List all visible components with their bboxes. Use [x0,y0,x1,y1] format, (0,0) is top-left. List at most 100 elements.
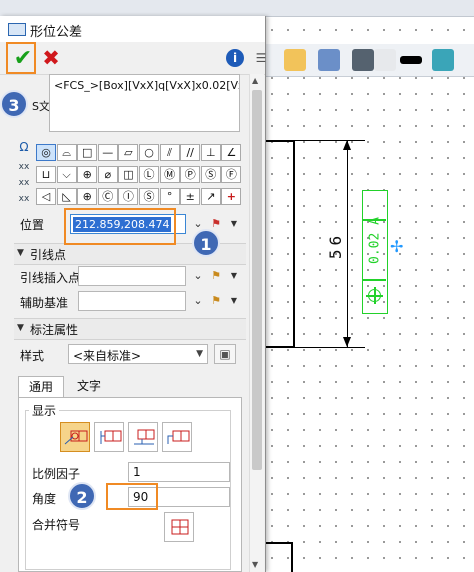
feature-control-frame-preview[interactable]: 0.02 A [362,190,388,314]
scroll-thumb[interactable] [252,90,262,470]
part-edge-lower [263,542,293,544]
symbol-button-r3-c10[interactable]: + [221,188,242,205]
aux-more-icon[interactable]: ▼ [226,293,242,309]
aux-datum-input[interactable] [78,291,186,311]
display-mode-4-button[interactable] [162,422,192,452]
info-icon[interactable]: i [226,49,244,67]
dialog-scrollbar[interactable]: ▲ ▼ [249,74,264,572]
leader-insert-point-input[interactable] [78,266,186,286]
symbol-button-r1-c10[interactable]: ∠ [221,144,242,161]
symbol-button-r2-c5[interactable]: ◫ [118,166,139,183]
part-edge-top [263,140,295,142]
collapse-arrow-icon: ▼ [17,248,24,258]
position-more-icon[interactable]: ▼ [226,216,242,232]
palette-tab-2[interactable]: xx [16,162,32,172]
dimension-line [347,140,348,348]
symbol-button-r2-c9[interactable]: Ⓢ [200,166,221,183]
merge-symbol-button[interactable] [164,512,194,542]
symbol-button-r2-c4[interactable]: ⌀ [97,166,118,183]
dimension-arrow-bottom [343,337,351,347]
symbol-button-r2-c2[interactable]: ⌵ [56,166,77,183]
text-field-label: S文 [32,100,50,113]
symbol-button-r1-c7[interactable]: ⫽ [159,144,180,161]
symbol-button-r3-c3[interactable]: ⊕ [77,188,98,205]
part-edge-lower-right [291,542,293,572]
tab-text[interactable]: 文字 [66,376,112,398]
symbol-button-r3-c4[interactable]: Ⓒ [97,188,118,205]
symbol-button-r2-c6[interactable]: Ⓛ [139,166,159,183]
symbol-button-r1-c3[interactable]: □ [77,144,98,161]
symbol-button-r1-c4[interactable]: — [97,144,118,161]
part-edge-bottom [263,346,295,348]
symbol-button-r2-c10[interactable]: Ⓕ [221,166,242,183]
leader-pick-icon[interactable]: ⚑ [208,268,224,284]
part-edge-right [293,140,295,348]
section-leader-label: 引线点 [30,248,67,262]
cad-top-toolbar [0,0,474,17]
dimension-arrow-top [343,140,351,150]
symbol-button-r2-c1[interactable]: ⊔ [36,166,56,183]
symbol-button-r1-c8[interactable]: ∕∕ [180,144,201,161]
symbol-button-r1-c2[interactable]: ⌓ [56,144,77,161]
symbol-button-r1-c6[interactable]: ○ [139,144,159,161]
display-mode-3-button[interactable] [128,422,158,452]
scale-label: 比例因子 [32,467,81,481]
symbol-button-r3-c8[interactable]: ± [180,188,201,205]
aux-pick-icon[interactable]: ⚑ [208,293,224,309]
symbol-button-r1-c1[interactable]: ◎ [36,144,56,161]
section-annotation[interactable]: ▼ 标注属性 [14,318,246,340]
scale-input[interactable]: 1 [128,462,230,482]
symbol-button-r3-c9[interactable]: ↗ [200,188,221,205]
symbol-button-r1-c9[interactable]: ⊥ [200,144,221,161]
symbol-button-r1-c5[interactable]: ▱ [118,144,139,161]
tab-general[interactable]: 通用 [18,376,64,398]
display-group-title: 显示 [29,402,60,419]
leader-dropdown-chevron-icon[interactable]: ⌄ [190,268,206,284]
panel-collapse-icon[interactable]: ☰ [248,45,274,71]
symbol-button-r3-c6[interactable]: Ⓢ [139,188,159,205]
palette-side-tabs: Ω xx xx xx [14,140,34,220]
layer-icon[interactable] [284,49,306,71]
color-icon[interactable] [318,49,340,71]
dimension-ext-top [295,140,365,141]
style-select-value: <来自标准> [73,349,142,363]
display-mode-2-button[interactable] [94,422,124,452]
highlight-ok-button [6,42,36,74]
symbol-button-r2-c7[interactable]: Ⓜ [159,166,180,183]
symbol-button-r3-c1[interactable]: ◁ [36,188,56,205]
fcf-text: 0.02 A [367,217,383,264]
display-mode-1-button[interactable] [60,422,90,452]
symbol-button-r3-c5[interactable]: Ⓘ [118,188,139,205]
cad-ribbon-toolbar [264,44,474,77]
palette-tab-omega[interactable]: Ω [16,140,32,154]
tolerance-text-input[interactable]: <FCS_>[Box][VxX]q[VxX]x0.02[VxX]xA [49,74,240,132]
step-badge-1: 1 [192,229,220,257]
leader-more-icon[interactable]: ▼ [226,268,242,284]
symbol-button-r2-c3[interactable]: ⊕ [77,166,98,183]
symbol-button-r3-c2[interactable]: ◺ [56,188,77,205]
cancel-x-icon[interactable]: ✖ [38,45,64,71]
aux-dropdown-chevron-icon[interactable]: ⌄ [190,293,206,309]
linetype-icon[interactable] [352,49,374,71]
dialog-title: 形位公差 [30,25,83,40]
style-select[interactable]: <来自标准> ▼ [68,344,208,364]
dimension-ext-bottom [295,347,365,348]
scroll-down-arrow-icon[interactable]: ▼ [252,560,258,569]
dialog-titlebar[interactable]: 形位公差 [0,16,265,43]
symbol-button-r2-c8[interactable]: Ⓟ [180,166,201,183]
line-color-swatch[interactable] [400,56,422,64]
scale-value: 1 [133,465,141,479]
palette-tab-4[interactable]: xx [16,194,32,204]
palette-tab-3[interactable]: xx [16,178,32,188]
step-badge-2: 2 [68,482,96,510]
lightbulb-icon[interactable] [374,49,396,71]
save-icon[interactable]: ▣ [214,344,236,364]
symbol-button-r3-c7[interactable]: ° [159,188,180,205]
position-label: 位置 [20,218,45,232]
section-annotation-label: 标注属性 [30,323,79,337]
view-icon[interactable] [432,49,454,71]
scroll-up-arrow-icon[interactable]: ▲ [252,76,258,85]
leader-insert-point-label: 引线插入点 [20,271,81,285]
dimension-text: 56 [326,231,346,260]
highlight-angle-field [106,483,158,510]
